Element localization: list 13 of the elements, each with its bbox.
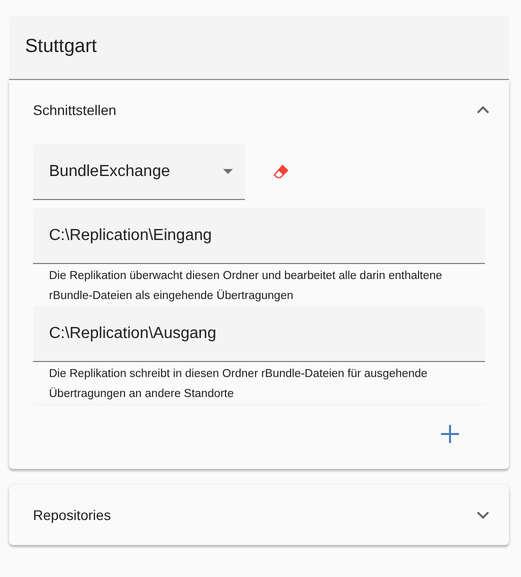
path-input-field[interactable]: C:\Replication\Eingang [33, 208, 485, 264]
field-hint: Die Replikation schreibt in diesen Ordner rBundle-Dateien für ausgehende Übertragungen an andere Standorte [48, 367, 428, 402]
plus-icon [441, 425, 459, 443]
panel-header[interactable]: Repositories [9, 485, 509, 545]
chevron-up-icon [477, 106, 489, 114]
path-input-field[interactable]: C:\Replication\Ausgang [33, 306, 485, 362]
dropdown-select[interactable]: BundleExchange [33, 144, 245, 200]
page-title: Stuttgart [25, 36, 97, 59]
chevron-down-icon [477, 511, 489, 519]
field-hint: Die Replikation überwacht diesen Ordner und bearbeitet alle darin enthaltene rBundle-Dateien als eingehende Übertragungen [48, 269, 444, 304]
eraser-icon [273, 164, 289, 180]
panel-header[interactable]: Schnittstellen [9, 80, 509, 140]
caret-icon [223, 169, 233, 174]
